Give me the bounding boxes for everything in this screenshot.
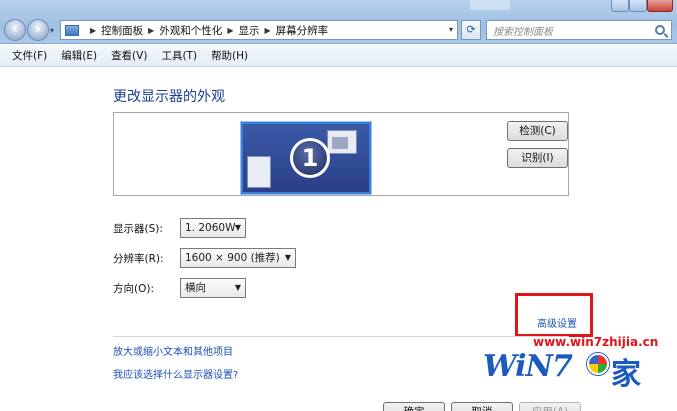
address-dropdown-icon[interactable]: ▾	[449, 25, 453, 34]
watermark-url: www.win7zhijia.cn	[533, 335, 659, 349]
search-box[interactable]: 搜索控制面板	[486, 20, 672, 40]
window-controls	[611, 0, 673, 14]
watermark-char: 家	[611, 357, 641, 392]
window-thumbnail	[327, 130, 357, 154]
resolution-label: 分辨率(R):	[113, 253, 164, 265]
detect-button[interactable]: 检测(C)	[507, 121, 568, 141]
history-dropdown-icon[interactable]: ▾	[50, 26, 58, 35]
page-title: 更改显示器的外观	[113, 89, 225, 105]
orientation-label: 方向(O):	[113, 283, 154, 295]
menu-file[interactable]: 文件(F)	[12, 48, 47, 63]
menu-tools[interactable]: 工具(T)	[161, 48, 197, 63]
close-button[interactable]	[647, 0, 673, 12]
windows-flag-icon	[587, 353, 609, 375]
cancel-button[interactable]: 取消	[451, 402, 513, 411]
breadcrumb-item-appearance[interactable]: 外观和个性化	[159, 23, 222, 38]
menu-edit[interactable]: 编辑(E)	[61, 48, 97, 63]
chevron-down-icon: ▼	[234, 283, 241, 292]
monitor-1[interactable]: 1	[241, 122, 371, 194]
monitor-preview-panel: 1	[113, 112, 569, 196]
breadcrumb-item-resolution[interactable]: 屏幕分辨率	[276, 23, 329, 38]
search-input[interactable]: 搜索控制面板	[487, 23, 655, 38]
advanced-settings-link[interactable]: 高级设置	[537, 315, 577, 330]
title-bar: ‹ › ▾ ▶ 控制面板 ▶ 外观和个性化 ▶ 显示 ▶ 屏幕分辨率 ▾ ⟳ 搜…	[0, 0, 677, 44]
maximize-button[interactable]	[629, 0, 647, 12]
title-bar-glow	[470, 0, 510, 10]
refresh-button[interactable]: ⟳	[461, 20, 481, 40]
display-label: 显示器(S):	[113, 223, 163, 235]
chevron-right-icon[interactable]: ▶	[227, 26, 233, 35]
ok-button[interactable]: 确定	[383, 402, 445, 411]
address-bar[interactable]: ▶ 控制面板 ▶ 外观和个性化 ▶ 显示 ▶ 屏幕分辨率 ▾	[60, 20, 458, 40]
text-size-link[interactable]: 放大或缩小文本和其他项目	[113, 343, 233, 358]
orientation-select[interactable]: 横向 ▼	[180, 278, 246, 298]
watermark: www.win7zhijia.cn WiN7 家	[483, 335, 673, 395]
display-select[interactable]: 1. 2060W ▼	[180, 218, 246, 238]
identify-button[interactable]: 识别(I)	[507, 148, 568, 168]
back-button[interactable]: ‹	[4, 19, 26, 41]
search-icon[interactable]	[655, 25, 665, 35]
resolution-select-value: 1600 × 900 (推荐)	[185, 252, 280, 264]
window-thumbnail	[247, 156, 271, 188]
breadcrumb-item-control-panel[interactable]: 控制面板	[101, 23, 143, 38]
display-help-link[interactable]: 我应该选择什么显示器设置?	[113, 366, 238, 381]
chevron-down-icon: ▼	[284, 253, 291, 262]
watermark-logo: WiN7	[483, 349, 573, 384]
forward-button[interactable]: ›	[27, 19, 49, 41]
menu-bar: 文件(F) 编辑(E) 查看(V) 工具(T) 帮助(H)	[0, 45, 677, 67]
control-panel-icon	[65, 24, 79, 36]
breadcrumb: ▶ 控制面板 ▶ 外观和个性化 ▶ 显示 ▶ 屏幕分辨率	[85, 23, 328, 38]
apply-button[interactable]: 应用(A)	[519, 402, 581, 411]
minimize-button[interactable]	[611, 0, 629, 12]
resolution-select[interactable]: 1600 × 900 (推荐) ▼	[180, 248, 296, 268]
menu-help[interactable]: 帮助(H)	[211, 48, 248, 63]
menu-view[interactable]: 查看(V)	[111, 48, 147, 63]
chevron-right-icon[interactable]: ▶	[90, 26, 96, 35]
chevron-down-icon: ▼	[234, 223, 241, 232]
breadcrumb-item-display[interactable]: 显示	[238, 23, 259, 38]
chevron-right-icon[interactable]: ▶	[148, 26, 154, 35]
chevron-right-icon[interactable]: ▶	[264, 26, 270, 35]
display-number-badge: 1	[290, 138, 330, 178]
orientation-select-value: 横向	[185, 282, 206, 294]
display-select-value: 1. 2060W	[185, 222, 236, 234]
